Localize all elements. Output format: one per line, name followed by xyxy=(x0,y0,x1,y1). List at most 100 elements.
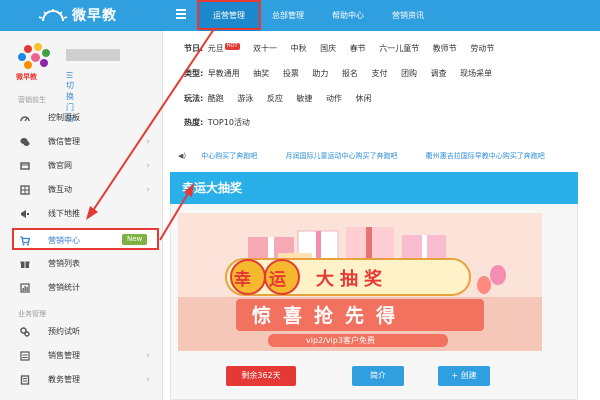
sidebar-item-label: 教务管理 xyxy=(48,375,80,384)
filter-option[interactable]: 反应 xyxy=(267,94,283,103)
chevron-right-icon: › xyxy=(146,161,150,171)
avatar-name: 微早教 xyxy=(16,73,37,81)
sidebar-item-label: 微互动 xyxy=(48,185,72,194)
sidebar-item-website[interactable]: 微官网 › xyxy=(0,155,162,177)
sidebar-item-academic[interactable]: 教务管理 › xyxy=(0,369,162,391)
filter-row-festival: 节日: 元旦 HOT 双十一 中秋 国庆 春节 六一儿童节 教师节 劳动节 xyxy=(184,43,505,54)
ticker-message[interactable]: 衢州惠吉拉国际早教中心购买了奔跑吧 xyxy=(426,152,545,160)
filter-option[interactable]: 动作 xyxy=(326,94,342,103)
menu-toggle-icon[interactable] xyxy=(176,9,186,19)
website-icon xyxy=(20,162,30,170)
filter-option[interactable]: 国庆 xyxy=(320,44,336,53)
banner-title-part2: 大抽奖 xyxy=(316,269,388,290)
chevron-right-icon: › xyxy=(146,351,150,361)
filter-option[interactable]: 调查 xyxy=(431,69,447,78)
filter-option[interactable]: 团购 xyxy=(401,69,417,78)
store-name-blurred xyxy=(66,49,120,61)
create-button[interactable]: + 创建 xyxy=(438,366,490,386)
gears-icon xyxy=(20,327,30,337)
filter-option[interactable]: 游泳 xyxy=(237,94,253,103)
banner-note: vip2/vip3客户免费 xyxy=(306,336,375,345)
filter-option[interactable]: 支付 xyxy=(371,69,387,78)
tab-marketing-news-label: 营销资讯 xyxy=(392,11,424,20)
sidebar-item-label: 营销中心 xyxy=(48,236,80,245)
filter-option[interactable]: 春节 xyxy=(350,44,366,53)
filter-row-gameplay: 玩法: 酷跑 游泳 反应 敏捷 动作 休闲 xyxy=(184,93,382,104)
filter-option[interactable]: 敏捷 xyxy=(296,94,312,103)
ticker-message[interactable]: 月润国际儿童运动中心购买了奔跑吧 xyxy=(285,152,397,160)
app-logo[interactable]: 微早教 xyxy=(38,4,117,26)
sidebar-item-sales[interactable]: 销售管理 › xyxy=(0,345,162,367)
avatar[interactable]: 微早教 xyxy=(10,41,60,83)
petal-shape xyxy=(40,59,48,67)
filter-option-text: 元旦 xyxy=(207,44,224,53)
sidebar-item-interaction[interactable]: 微互动 › xyxy=(0,179,162,201)
banner-title-part1: 幸运 xyxy=(234,270,304,290)
sidebar-item-dashboard[interactable]: 控制面板 xyxy=(0,107,162,129)
filter-option[interactable]: 休闲 xyxy=(355,94,371,103)
sidebar-item-wechat[interactable]: 微信管理 › xyxy=(0,131,162,153)
top-bar: 微早教 运营管理 总部管理 帮助中心 营销资讯 xyxy=(0,0,600,31)
gift-icon xyxy=(20,261,30,268)
sidebar: 微早教 ☰ 切换门店 营销前生 控制面板 微信管理 › 微官网 › 微互动 › … xyxy=(0,31,163,400)
cart-icon xyxy=(20,236,30,246)
dashboard-icon xyxy=(20,116,30,122)
filter-label: 热度: xyxy=(184,118,204,127)
tab-operations-label: 运营管理 xyxy=(213,11,245,20)
filter-row-heat: 热度: TOP10活动 xyxy=(184,117,261,128)
filter-label: 玩法: xyxy=(184,94,204,103)
tab-help-center[interactable]: 帮助中心 xyxy=(324,0,372,31)
logo-text: 微早教 xyxy=(72,8,117,24)
filter-label: 类型: xyxy=(184,69,204,78)
remaining-days-button[interactable]: 剩余362天 xyxy=(226,366,296,386)
sidebar-item-offline-promotion[interactable]: 线下地推 xyxy=(0,203,162,225)
intro-button[interactable]: 简介 xyxy=(352,366,404,386)
tab-marketing-news[interactable]: 营销资讯 xyxy=(384,0,432,31)
section-title-business: 业务管理 xyxy=(18,310,46,318)
speaker-icon: ◀) xyxy=(178,152,187,160)
sidebar-item-trial-booking[interactable]: 预约试听 xyxy=(0,321,162,343)
sidebar-item-label: 营销统计 xyxy=(48,283,80,292)
ticker-message[interactable]: 中心购买了奔跑吧 xyxy=(201,152,257,160)
petal-shape xyxy=(24,45,32,53)
tab-operations[interactable]: 运营管理 xyxy=(199,0,259,31)
chevron-right-icon: › xyxy=(146,137,150,147)
sun-logo-icon xyxy=(38,9,68,22)
sidebar-item-label: 微官网 xyxy=(48,161,72,170)
section-title-marketing: 营销前生 xyxy=(18,96,46,104)
filter-option[interactable]: 现场采单 xyxy=(460,69,492,78)
book-icon xyxy=(20,375,30,385)
tab-headquarters[interactable]: 总部管理 xyxy=(264,0,312,31)
filter-option[interactable]: 投票 xyxy=(283,69,299,78)
filter-option[interactable]: 双十一 xyxy=(253,44,277,53)
tab-headquarters-label: 总部管理 xyxy=(272,11,304,20)
filter-option[interactable]: 酷跑 xyxy=(208,94,224,103)
filter-option[interactable]: 抽奖 xyxy=(253,69,269,78)
sidebar-item-label: 预约试听 xyxy=(48,327,80,336)
sidebar-item-marketing-stats[interactable]: 营销统计 xyxy=(0,277,162,299)
filter-option[interactable]: 中秋 xyxy=(291,44,307,53)
petal-shape xyxy=(34,43,42,51)
filter-option[interactable]: 元旦 HOT xyxy=(207,43,240,53)
filter-option[interactable]: 教师节 xyxy=(433,44,457,53)
filter-label: 节日: xyxy=(184,44,204,53)
filter-option[interactable]: 劳动节 xyxy=(470,44,494,53)
filter-option[interactable]: 早教通用 xyxy=(208,69,240,78)
sidebar-item-label: 营销列表 xyxy=(48,259,80,268)
sidebar-item-marketing-list[interactable]: 营销列表 xyxy=(0,253,162,275)
filter-option[interactable]: TOP10活动 xyxy=(208,118,250,127)
chevron-right-icon: › xyxy=(146,375,150,385)
chart-icon xyxy=(20,283,30,293)
wechat-icon xyxy=(20,138,30,146)
petal-shape xyxy=(42,49,50,57)
filter-option[interactable]: 助力 xyxy=(312,69,328,78)
filter-row-type: 类型: 早教通用 抽奖 投票 助力 报名 支付 团购 调查 现场采单 xyxy=(184,68,503,79)
sidebar-item-label: 控制面板 xyxy=(48,113,80,122)
megaphone-icon xyxy=(21,210,29,218)
activity-banner[interactable]: 幸运 大抽奖 惊喜抢先得 vip2/vip3客户免费 xyxy=(178,213,542,351)
filter-option[interactable]: 报名 xyxy=(342,69,358,78)
banner-subtitle: 惊喜抢先得 xyxy=(252,305,408,327)
sidebar-item-marketing-center[interactable]: 营销中心 New xyxy=(12,228,159,250)
sales-icon xyxy=(20,351,30,361)
filter-option[interactable]: 六一儿童节 xyxy=(379,44,419,53)
